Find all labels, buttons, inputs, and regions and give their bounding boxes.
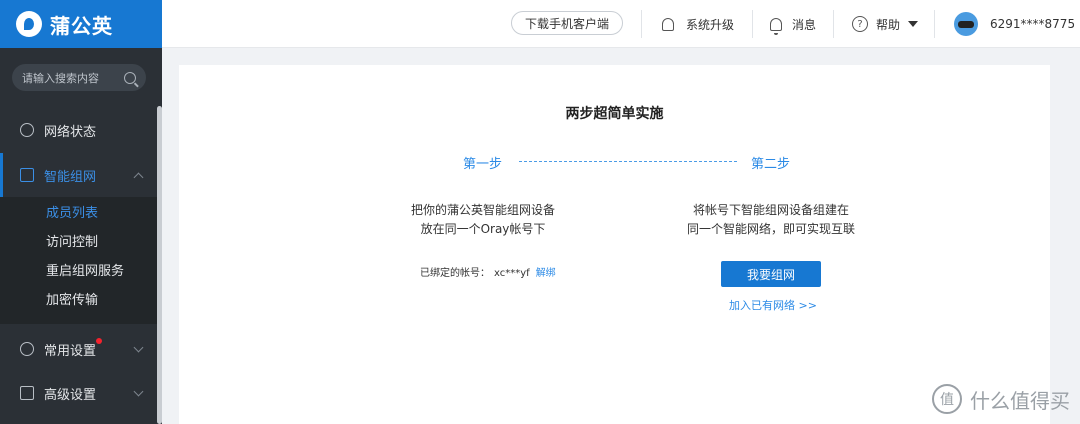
sidebar: 蒲公英 请输入搜索内容 网络状态 智能组网 成员列表 访问控制 重启组网服务 加… [0,0,162,424]
watermark-badge: 值 [932,384,962,414]
step-connector [519,161,737,162]
sidebar-scrollbar[interactable] [157,106,162,424]
step-one-line: 放在同一个Oray帐号下 [420,222,546,236]
divider [833,10,834,38]
avatar [954,12,978,36]
divider [934,10,935,38]
step-two-line: 将帐号下智能组网设备组建在 [692,203,849,217]
sidebar-subitem-access-control[interactable]: 访问控制 [0,226,158,255]
messages-label: 消息 [792,17,817,32]
unbind-link[interactable]: 解绑 [536,268,556,279]
help-menu[interactable]: ? 帮助 [852,0,919,48]
sidebar-item-label: 高级设置 [44,387,97,403]
top-header: 下载手机客户端 系统升级 消息 ? 帮助 6291****8775 [162,0,1080,48]
messages-button[interactable]: 消息 [770,0,816,48]
sidebar-subitem-encryption[interactable]: 加密传输 [0,284,158,313]
upgrade-label: 系统升级 [686,17,735,32]
bound-account-value: xc***yf [494,268,530,279]
account-name: 6291****8775 [990,17,1076,31]
sidebar-item-label: 智能组网 [44,169,97,185]
sidebar-item-network-status[interactable]: 网络状态 [0,108,158,152]
brand-name: 蒲公英 [50,13,113,38]
submenu: 成员列表 访问控制 重启组网服务 加密传输 [0,197,158,324]
divider [641,10,642,38]
sidebar-subitem-restart-service[interactable]: 重启组网服务 [0,255,158,284]
help-label: 帮助 [876,17,901,32]
divider [752,10,753,38]
networking-icon [20,168,34,182]
notification-dot [96,338,102,344]
join-network-link[interactable]: 加入已有网络 >> [729,297,817,313]
sidebar-item-label: 网络状态 [44,124,97,140]
chevron-down-icon [133,386,144,397]
page-title: 两步超简单实施 [565,106,664,122]
sidebar-item-common-settings[interactable]: 常用设置 [0,327,158,371]
upgrade-button[interactable]: 系统升级 [662,0,734,48]
step-one-description: 把你的蒲公英智能组网设备 放在同一个Oray帐号下 [373,201,593,239]
network-icon [20,123,34,137]
download-app-button[interactable]: 下载手机客户端 [511,11,623,35]
step-one-line: 把你的蒲公英智能组网设备 [410,203,555,217]
sidebar-subitem-members[interactable]: 成员列表 [0,197,158,226]
main-card: 两步超简单实施 第一步 第二步 把你的蒲公英智能组网设备 放在同一个Oray帐号… [179,65,1050,424]
sidebar-item-advanced-settings[interactable]: 高级设置 [0,371,158,415]
search-input[interactable]: 请输入搜索内容 [12,64,146,91]
watermark-text: 什么值得买 [970,388,1070,413]
step-two-description: 将帐号下智能组网设备组建在 同一个智能网络，即可实现互联 [661,201,881,239]
gear-icon [20,342,34,356]
bound-account-label: 已绑定的帐号： [420,268,490,279]
step-one-label: 第一步 [463,157,503,172]
chevron-down-icon [133,342,144,353]
search-icon[interactable] [124,71,136,84]
bell-icon [770,17,782,35]
question-icon: ? [852,16,868,32]
logo-icon [16,11,42,37]
step-two-line: 同一个智能网络，即可实现互联 [686,222,855,236]
sidebar-item-smart-networking[interactable]: 智能组网 [0,153,158,197]
brand-logo[interactable]: 蒲公英 [0,0,162,48]
sidebar-item-label: 常用设置 [44,343,97,359]
upgrade-icon [662,17,674,31]
bound-account: 已绑定的帐号： xc***yf 解绑 [420,264,556,279]
account-menu[interactable]: 6291****8775 [954,0,1080,48]
step-two-label: 第二步 [751,157,791,172]
search-placeholder: 请输入搜索内容 [22,71,99,85]
chevron-up-icon [133,172,144,183]
create-network-button[interactable]: 我要组网 [721,261,821,287]
watermark: 值 什么值得买 [932,384,1070,414]
settings-icon [20,386,34,400]
caret-down-icon [908,21,919,27]
